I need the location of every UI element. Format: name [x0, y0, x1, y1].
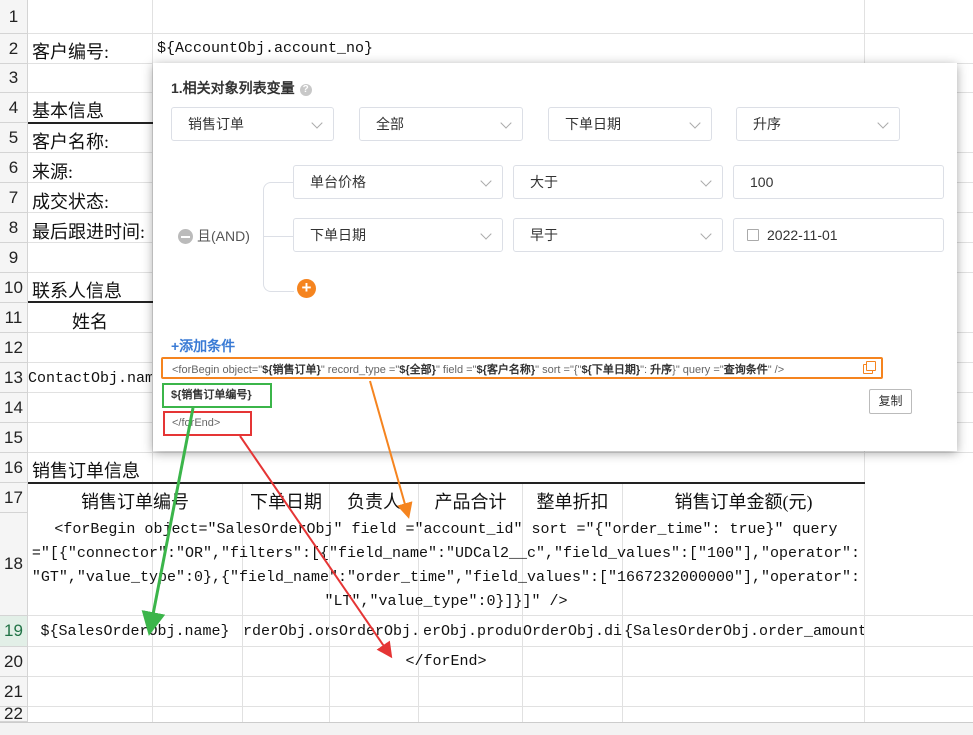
arrow-forend [239, 435, 393, 659]
annotation-arrows [141, 380, 413, 659]
arrow-forbegin [369, 380, 413, 519]
arrow-order-no [141, 407, 195, 636]
